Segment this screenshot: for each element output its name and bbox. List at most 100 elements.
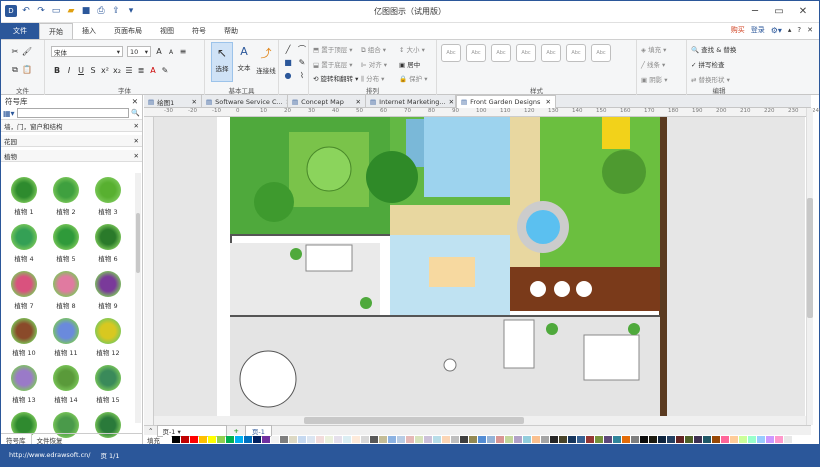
align-icon[interactable]: ≡ bbox=[177, 46, 189, 57]
plant-symbol[interactable]: 植物 8 bbox=[45, 267, 87, 311]
color-swatch[interactable] bbox=[352, 436, 360, 443]
doc-tab[interactable]: ▤Software Service C...✕ bbox=[202, 95, 288, 108]
copy-icon[interactable]: ⧉ bbox=[9, 65, 21, 76]
color-swatch[interactable] bbox=[388, 436, 396, 443]
color-swatch[interactable] bbox=[730, 436, 738, 443]
color-swatch[interactable] bbox=[406, 436, 414, 443]
color-swatch[interactable] bbox=[208, 436, 216, 443]
panel-scrollbar[interactable] bbox=[135, 173, 141, 423]
color-swatch[interactable] bbox=[343, 436, 351, 443]
line-spacing-icon[interactable]: ≣ bbox=[135, 65, 147, 76]
color-swatch[interactable] bbox=[595, 436, 603, 443]
color-swatch[interactable] bbox=[721, 436, 729, 443]
color-swatch[interactable] bbox=[478, 436, 486, 443]
color-swatch[interactable] bbox=[361, 436, 369, 443]
color-swatch[interactable] bbox=[190, 436, 198, 443]
ellipse-icon[interactable]: ● bbox=[282, 70, 294, 81]
color-swatch[interactable] bbox=[217, 436, 225, 443]
style-preset[interactable]: Abc bbox=[491, 44, 511, 62]
protect[interactable]: 🔒 保护 ▾ bbox=[399, 73, 435, 84]
category-close-icon[interactable]: ✕ bbox=[134, 152, 139, 160]
maximize-icon[interactable]: ▭ bbox=[767, 3, 791, 19]
color-swatch[interactable] bbox=[649, 436, 657, 443]
format-painter-icon[interactable]: 🖌 bbox=[21, 46, 33, 57]
color-swatch[interactable] bbox=[784, 436, 792, 443]
pen-icon[interactable]: ✎ bbox=[296, 57, 308, 68]
color-swatch[interactable] bbox=[163, 436, 171, 443]
color-swatch[interactable] bbox=[244, 436, 252, 443]
color-swatch[interactable] bbox=[415, 436, 423, 443]
color-swatch[interactable] bbox=[694, 436, 702, 443]
replace-shape-button[interactable]: ⇄ 替换形状 ▾ bbox=[691, 74, 736, 84]
bold-button[interactable]: B bbox=[51, 65, 63, 76]
canvas-hscroll-thumb[interactable] bbox=[304, 417, 524, 424]
italic-button[interactable]: I bbox=[63, 65, 75, 76]
canvas-vertical-scrollbar[interactable] bbox=[806, 108, 813, 425]
status-url[interactable]: http://www.edrawsoft.cn/ bbox=[9, 451, 90, 459]
style-preset[interactable]: Abc bbox=[466, 44, 486, 62]
plant-symbol[interactable]: 植物 9 bbox=[87, 267, 129, 311]
text-tool[interactable]: A 文本 bbox=[235, 42, 253, 82]
bullets-icon[interactable]: ☰ bbox=[123, 65, 135, 76]
color-swatch[interactable] bbox=[424, 436, 432, 443]
color-swatch[interactable] bbox=[487, 436, 495, 443]
connector-tool[interactable]: ⤴ 连接线 bbox=[255, 42, 277, 82]
color-swatch[interactable] bbox=[523, 436, 531, 443]
tab-insert[interactable]: 插入 bbox=[73, 23, 105, 39]
buy-link[interactable]: 购买 bbox=[731, 25, 745, 35]
line-icon[interactable]: ╱ bbox=[282, 44, 294, 55]
paste-icon[interactable]: 📋 bbox=[21, 64, 33, 75]
polyline-icon[interactable]: ⌇ bbox=[296, 70, 308, 81]
tab-page-layout[interactable]: 页面布局 bbox=[105, 23, 151, 39]
curve-icon[interactable]: ⌒ bbox=[296, 44, 308, 55]
doc-tab-active[interactable]: ▤ Front Garden Designs ✕ bbox=[456, 95, 556, 108]
center[interactable]: ▣ 居中 bbox=[399, 59, 435, 69]
plant-symbol[interactable]: 植物 15 bbox=[87, 361, 129, 405]
color-swatch[interactable] bbox=[739, 436, 747, 443]
close-icon[interactable]: ✕ bbox=[791, 3, 815, 19]
color-swatch[interactable] bbox=[280, 436, 288, 443]
color-swatch[interactable] bbox=[586, 436, 594, 443]
tab-view[interactable]: 视图 bbox=[151, 23, 183, 39]
plant-symbol[interactable]: 植物 6 bbox=[87, 220, 129, 264]
plant-symbol[interactable]: 植物 14 bbox=[45, 361, 87, 405]
page-nav-up-icon[interactable]: ⌃ bbox=[144, 427, 157, 435]
color-swatch[interactable] bbox=[640, 436, 648, 443]
color-swatch[interactable] bbox=[667, 436, 675, 443]
select-tool[interactable]: ↖ 选择 bbox=[211, 42, 233, 82]
superscript-icon[interactable]: x² bbox=[99, 65, 111, 76]
drawing-canvas[interactable] bbox=[154, 117, 805, 416]
tab-symbols[interactable]: 符号 bbox=[183, 23, 215, 39]
plant-symbol[interactable]: 植物 3 bbox=[87, 173, 129, 217]
doc-tab[interactable]: ▤ Concept Map ✕ bbox=[288, 95, 366, 108]
tab-close-icon[interactable]: ✕ bbox=[449, 98, 454, 106]
tab-close-icon[interactable]: ✕ bbox=[356, 98, 361, 106]
line-button[interactable]: ╱ 线条 ▾ bbox=[641, 59, 668, 69]
color-swatch[interactable] bbox=[316, 436, 324, 443]
style-preset[interactable]: Abc bbox=[516, 44, 536, 62]
color-swatch[interactable] bbox=[289, 436, 297, 443]
fill-button[interactable]: ◈ 填充 ▾ bbox=[641, 44, 668, 54]
search-icon[interactable]: 🔍 bbox=[131, 109, 140, 117]
color-swatch[interactable] bbox=[559, 436, 567, 443]
color-swatch[interactable] bbox=[226, 436, 234, 443]
minimize-ribbon-icon[interactable]: ▴ bbox=[788, 26, 792, 34]
color-swatch[interactable] bbox=[550, 436, 558, 443]
color-swatch[interactable] bbox=[298, 436, 306, 443]
category-walls[interactable]: 墙，门，窗户和结构 ✕ bbox=[1, 120, 142, 132]
ribbon-close-icon[interactable]: ✕ bbox=[807, 26, 813, 34]
tab-file[interactable]: 文件 bbox=[1, 23, 39, 39]
color-swatch[interactable] bbox=[307, 436, 315, 443]
group[interactable]: ⧉ 组合 ▾ bbox=[361, 44, 399, 55]
shrink-font-icon[interactable]: A bbox=[165, 47, 177, 58]
category-close-icon[interactable]: ✕ bbox=[134, 122, 139, 130]
shadow-button[interactable]: ▣ 阴影 ▾ bbox=[641, 74, 668, 84]
color-swatch[interactable] bbox=[469, 436, 477, 443]
tab-home[interactable]: 开始 bbox=[39, 23, 73, 39]
underline-button[interactable]: U bbox=[75, 65, 87, 76]
color-swatch[interactable] bbox=[568, 436, 576, 443]
color-swatch[interactable] bbox=[712, 436, 720, 443]
minimize-icon[interactable]: ─ bbox=[743, 3, 767, 19]
size[interactable]: ↕ 大小 ▾ bbox=[399, 44, 435, 55]
color-swatch[interactable] bbox=[262, 436, 270, 443]
